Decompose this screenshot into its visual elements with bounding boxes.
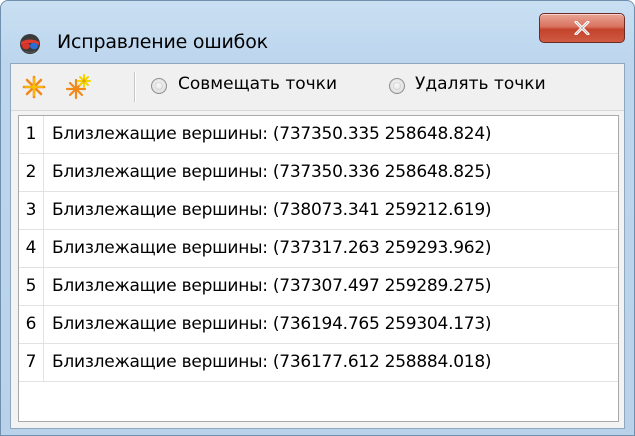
combine-points-radio[interactable]	[151, 78, 167, 94]
list-item[interactable]: 3 Близлежащие вершины: (738073.341 25921…	[19, 192, 618, 230]
row-text: Близлежащие вершины: (737350.336 258648.…	[52, 162, 492, 182]
row-text: Близлежащие вершины: (737350.335 258648.…	[52, 124, 492, 144]
combine-points-label[interactable]: Совмещать точки	[178, 74, 337, 94]
toolbar-separator	[134, 72, 135, 102]
dialog-client-area: Совмещать точки Удалять точки 1 Близлежа…	[10, 63, 625, 429]
toolbar: Совмещать точки Удалять точки	[11, 64, 624, 111]
row-number: 4	[19, 230, 44, 267]
row-number: 2	[19, 154, 44, 191]
asterisk-multi-icon[interactable]	[66, 74, 92, 100]
row-number: 5	[19, 268, 44, 305]
dialog-window: Исправление ошибок Совмещать точки Удаля…	[0, 0, 635, 436]
row-text: Близлежащие вершины: (736194.765 259304.…	[52, 314, 492, 334]
list-item[interactable]: 1 Близлежащие вершины: (737350.335 25864…	[19, 116, 618, 154]
row-text: Близлежащие вершины: (736177.612 258884.…	[52, 352, 492, 372]
list-item[interactable]: 4 Близлежащие вершины: (737317.263 25929…	[19, 230, 618, 268]
row-number: 1	[19, 116, 44, 153]
delete-points-radio[interactable]	[389, 78, 405, 94]
3d-glasses-icon	[20, 34, 40, 54]
row-number: 7	[19, 344, 44, 381]
list-item[interactable]: 2 Близлежащие вершины: (737350.336 25864…	[19, 154, 618, 192]
errors-list: 1 Близлежащие вершины: (737350.335 25864…	[18, 115, 619, 422]
row-text: Близлежащие вершины: (738073.341 259212.…	[52, 200, 492, 220]
list-item[interactable]: 7 Близлежащие вершины: (736177.612 25888…	[19, 344, 618, 382]
row-number: 6	[19, 306, 44, 343]
row-text: Близлежащие вершины: (737317.263 259293.…	[52, 238, 492, 258]
delete-points-label[interactable]: Удалять точки	[415, 74, 546, 94]
list-item[interactable]: 6 Близлежащие вершины: (736194.765 25930…	[19, 306, 618, 344]
title-bar[interactable]: Исправление ошибок	[1, 1, 634, 61]
close-button[interactable]	[539, 13, 625, 43]
row-number: 3	[19, 192, 44, 229]
asterisk-orange-icon[interactable]	[21, 74, 47, 100]
row-text: Близлежащие вершины: (737307.497 259289.…	[52, 276, 492, 296]
close-icon	[574, 21, 590, 35]
window-title: Исправление ошибок	[57, 31, 268, 53]
list-item[interactable]: 5 Близлежащие вершины: (737307.497 25928…	[19, 268, 618, 306]
